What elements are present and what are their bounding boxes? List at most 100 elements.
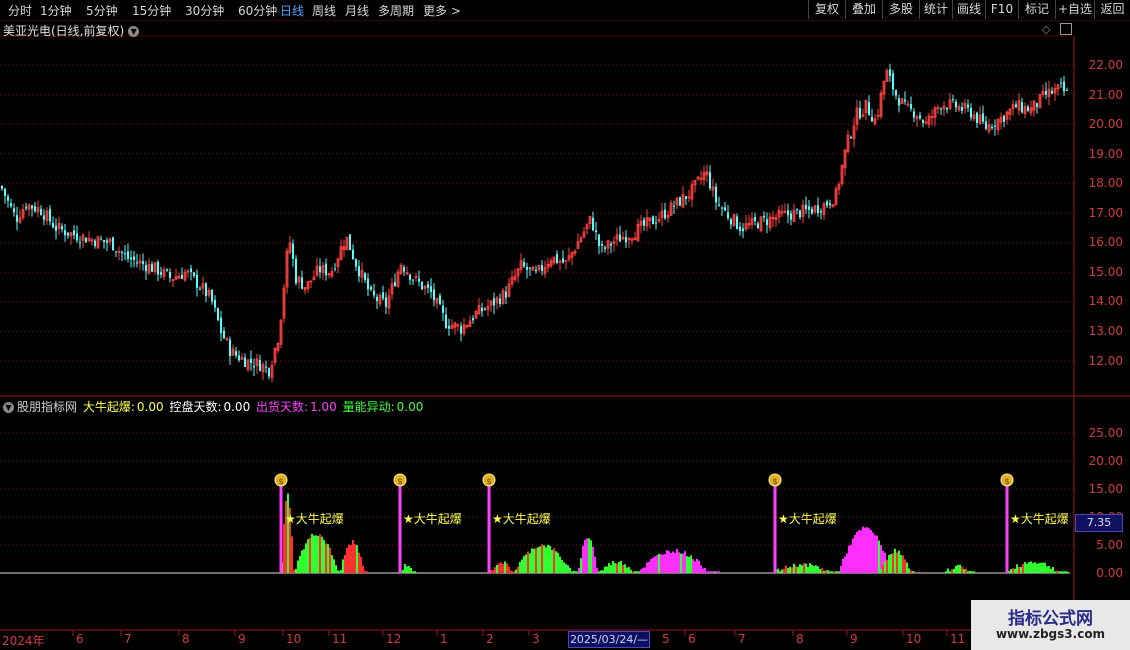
candle-body	[768, 216, 772, 229]
candle-body	[507, 283, 511, 297]
candle-body	[138, 260, 142, 264]
candle-body	[900, 98, 904, 105]
histogram-bar	[594, 556, 596, 573]
tab-monthly[interactable]: 月线	[345, 2, 369, 19]
histogram-bar	[402, 569, 404, 573]
candle-body	[64, 230, 66, 236]
candle-body	[615, 234, 619, 240]
overlay-button[interactable]: 叠加	[845, 0, 882, 19]
candle-body	[162, 269, 166, 278]
cursor-date-badge: 2025/03/24/—	[568, 631, 650, 648]
histogram-bar	[1046, 566, 1048, 573]
panel-toggle-icon[interactable]	[1060, 23, 1072, 35]
candle-body	[136, 262, 138, 264]
candle-body	[829, 203, 831, 206]
indicator-label-2: 控盘天数:	[169, 400, 222, 414]
candle-body	[55, 225, 57, 231]
stats-button[interactable]: 统计	[919, 0, 952, 19]
candle-body	[201, 283, 205, 289]
histogram-bar	[348, 544, 350, 573]
candle-body	[705, 171, 709, 176]
x-tick: 9	[238, 632, 246, 646]
tab-multi-period[interactable]: 多周期	[378, 2, 414, 19]
histogram-bar	[360, 557, 362, 573]
candle-body	[481, 307, 483, 312]
signal-label: ★大牛起爆	[492, 512, 551, 526]
histogram-bar	[706, 571, 708, 573]
diamond-icon[interactable]: ◇	[1042, 23, 1050, 36]
candle-body	[529, 267, 531, 269]
histogram-bar	[700, 565, 702, 573]
histogram-bar	[616, 563, 618, 573]
candle-body	[693, 179, 697, 186]
candle-body	[669, 202, 673, 216]
candle-body	[211, 289, 213, 302]
f10-button[interactable]: F10	[985, 0, 1018, 19]
candle-body	[777, 209, 781, 218]
histogram-bar	[898, 550, 900, 573]
histogram-bar	[684, 551, 686, 573]
candle-body	[151, 264, 153, 272]
histogram-bar	[833, 571, 835, 573]
chevron-down-icon[interactable]: ▼	[128, 26, 140, 37]
indicator-label-1: 大牛起爆:	[82, 400, 135, 414]
histogram-bar	[299, 555, 301, 573]
candle-body	[711, 186, 715, 191]
candle-body	[946, 107, 948, 110]
histogram-bar	[686, 556, 688, 573]
mark-button[interactable]: 标记	[1018, 0, 1055, 19]
histogram-bar	[884, 561, 886, 573]
indicator-value-4: 0.00	[396, 400, 424, 414]
candle-body	[250, 358, 252, 364]
chevron-down-icon[interactable]: ▼	[3, 402, 14, 413]
candle-body	[45, 210, 49, 222]
candle-body	[952, 98, 954, 100]
candle-body	[501, 290, 505, 304]
watermark-logo: 指标公式网 www.zbgs3.com	[971, 600, 1130, 650]
candle-body	[612, 241, 616, 245]
candle-body	[319, 266, 321, 273]
candle-body	[370, 286, 372, 290]
tab-30min[interactable]: 30分钟	[185, 2, 224, 19]
histogram-bar	[951, 569, 953, 573]
candle-body	[730, 218, 732, 225]
money-bag-icon	[393, 473, 407, 487]
candle-body	[435, 297, 439, 304]
add-watchlist-button[interactable]: +自选	[1055, 0, 1094, 19]
tab-15min[interactable]: 15分钟	[132, 2, 171, 19]
candle-body	[963, 103, 967, 109]
candle-body	[306, 280, 310, 289]
tab-weekly[interactable]: 周线	[312, 2, 336, 19]
candle-body	[681, 193, 685, 208]
histogram-bar	[598, 571, 600, 573]
candle-body	[462, 324, 466, 334]
candle-body	[177, 275, 181, 279]
adjust-button[interactable]: 复权	[808, 0, 845, 19]
draw-line-button[interactable]: 画线	[952, 0, 985, 19]
back-button[interactable]: 返回	[1094, 0, 1130, 19]
tab-1min[interactable]: 1分钟	[40, 2, 72, 19]
histogram-bar	[608, 563, 610, 573]
histogram-bar	[712, 571, 714, 573]
histogram-bar	[628, 567, 630, 573]
tab-60min[interactable]: 60分钟	[238, 2, 277, 19]
histogram-bar	[886, 559, 888, 573]
multi-stock-button[interactable]: 多股	[882, 0, 919, 19]
histogram-bar	[496, 564, 498, 573]
candle-body	[169, 271, 171, 278]
tab-daily[interactable]: 日线	[280, 2, 304, 19]
candle-body	[223, 330, 225, 339]
histogram-bar	[680, 553, 682, 573]
tab-tick[interactable]: 分时	[8, 2, 32, 19]
chart-canvas[interactable]: $ $ $ $ $	[0, 0, 1130, 650]
histogram-bar	[896, 552, 898, 573]
candle-body	[57, 222, 61, 230]
tab-more[interactable]: 更多 >	[423, 2, 461, 19]
histogram-bar	[521, 559, 523, 573]
histogram-bar	[654, 556, 656, 573]
candle-body	[696, 176, 700, 180]
histogram-bar	[354, 544, 356, 573]
candle-body	[675, 197, 679, 206]
candle-body	[1015, 104, 1017, 108]
tab-5min[interactable]: 5分钟	[86, 2, 118, 19]
